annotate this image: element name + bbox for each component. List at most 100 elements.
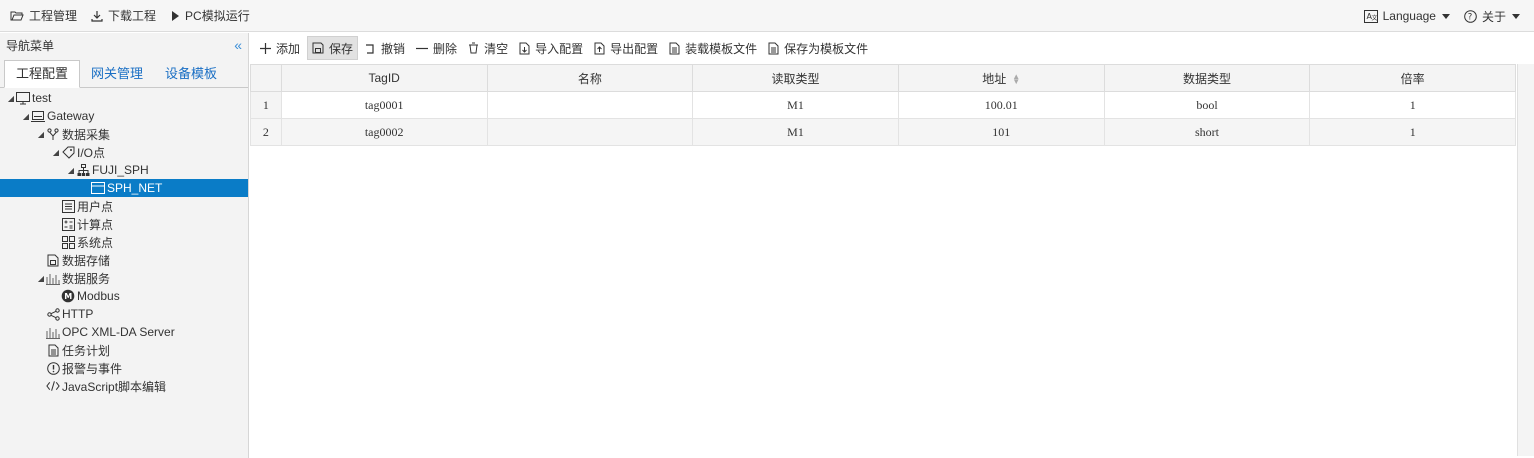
column-header-address[interactable]: 地址 ▲ ▼: [897, 64, 1105, 92]
delete-label: 删除: [433, 41, 458, 56]
undo-button[interactable]: 撤销: [361, 37, 409, 59]
tree-node[interactable]: M Modbus: [0, 287, 248, 305]
svg-text:文: 文: [1371, 14, 1377, 22]
sort-icon[interactable]: ▲ ▼: [1012, 73, 1020, 86]
storage-icon: [46, 253, 60, 267]
grid-icon: [61, 235, 75, 249]
share-icon: [46, 307, 60, 321]
tree-node-label: OPC XML-DA Server: [62, 325, 175, 339]
tab-device-template[interactable]: 设备模板: [154, 61, 228, 87]
nav-header: 导航菜单 «: [0, 33, 248, 57]
language-dropdown[interactable]: A文 Language: [1363, 9, 1450, 23]
column-header-read-type[interactable]: 读取类型: [692, 64, 899, 92]
network-icon: [76, 163, 90, 177]
help-icon: ?: [1464, 9, 1477, 23]
table-row[interactable]: 1 tag0001 M1 100.01 bool 1: [250, 91, 1516, 119]
clear-button[interactable]: 清空: [464, 37, 512, 59]
export-file-icon: [594, 42, 605, 54]
chart-icon: [46, 325, 60, 339]
vertical-scrollbar[interactable]: [1517, 64, 1534, 456]
expand-arrow-icon[interactable]: ◢: [51, 148, 61, 157]
cell-tagid[interactable]: tag0001: [280, 91, 488, 119]
main-panel: 添加 保存 撤销 删除 清空 导入配置 导出配置 装载模板文件 保存为模板文件 …: [250, 33, 1534, 458]
tag-icon: [61, 145, 75, 159]
monitor-icon: [16, 91, 30, 105]
tree-node[interactable]: ◢ FUJI_SPH: [0, 161, 248, 179]
tree-node[interactable]: HTTP: [0, 305, 248, 323]
column-header-name[interactable]: 名称: [486, 64, 694, 92]
add-button[interactable]: 添加: [256, 37, 304, 59]
tree-node-label: Gateway: [47, 109, 95, 123]
tab-project-config[interactable]: 工程配置: [4, 60, 81, 88]
cell-data-type[interactable]: bool: [1103, 91, 1311, 119]
export-config-label: 导出配置: [610, 41, 659, 56]
nav-title: 导航菜单: [6, 38, 55, 53]
tree-node[interactable]: OPC XML-DA Server: [0, 323, 248, 341]
column-header-rate[interactable]: 倍率: [1309, 64, 1516, 92]
tree-node[interactable]: ◢ test: [0, 89, 248, 107]
import-config-button[interactable]: 导入配置: [515, 37, 587, 59]
column-header-data-type[interactable]: 数据类型: [1103, 64, 1311, 92]
cell-read-type[interactable]: M1: [692, 91, 899, 119]
tree-node-label: 计算点: [77, 217, 114, 232]
simulate-menu[interactable]: PC模拟运行: [170, 7, 250, 24]
expand-arrow-icon[interactable]: ◢: [36, 130, 46, 139]
tree-node[interactable]: 计算点: [0, 215, 248, 233]
tag-table: TagID 名称 读取类型 地址 ▲ ▼ 数据类型 倍率 1 tag0001 M1 …: [250, 64, 1516, 146]
undo-icon: [366, 43, 374, 54]
load-template-label: 装载模板文件: [685, 41, 758, 56]
save-template-label: 保存为模板文件: [784, 41, 869, 56]
tree-node[interactable]: ◢ Gateway: [0, 107, 248, 125]
navigation-panel: 导航菜单 « 工程配置 网关管理 设备模板 ◢ test ◢ Gateway ◢ 数据采集…: [0, 33, 249, 458]
download-menu[interactable]: 下载工程: [91, 7, 156, 24]
calc-icon: [61, 217, 75, 231]
cell-address[interactable]: 100.01: [897, 91, 1105, 119]
tree-node-label: Modbus: [77, 289, 120, 303]
cell-read-type[interactable]: M1: [692, 118, 899, 146]
project-tree: ◢ test ◢ Gateway ◢ 数据采集 ◢ I/O点 ◢ FUJI_SPH SPH_NET 用…: [0, 88, 248, 395]
project-menu[interactable]: 工程管理: [10, 7, 77, 24]
save-button[interactable]: 保存: [307, 36, 359, 60]
tree-node[interactable]: 数据存储: [0, 251, 248, 269]
tree-node[interactable]: 系统点: [0, 233, 248, 251]
tree-node-label: SPH_NET: [107, 181, 163, 195]
tree-node[interactable]: JavaScript脚本编辑: [0, 377, 248, 395]
undo-label: 撤销: [381, 41, 406, 56]
table-row[interactable]: 2 tag0002 M1 101 short 1: [250, 118, 1516, 146]
svg-text:?: ?: [1468, 12, 1473, 22]
cell-name[interactable]: [486, 118, 694, 146]
tree-node[interactable]: 任务计划: [0, 341, 248, 359]
tab-gateway-management[interactable]: 网关管理: [80, 61, 154, 87]
row-number-header: [250, 64, 282, 92]
about-dropdown[interactable]: ? 关于: [1464, 8, 1520, 25]
export-config-button[interactable]: 导出配置: [590, 37, 662, 59]
tree-node[interactable]: ◢ 数据采集: [0, 125, 248, 143]
language-icon: A文: [1363, 9, 1378, 23]
download-icon: [91, 10, 103, 22]
trash-icon: [469, 42, 479, 54]
save-label: 保存: [329, 41, 354, 56]
delete-button[interactable]: 删除: [412, 37, 461, 59]
tree-node[interactable]: 报警与事件: [0, 359, 248, 377]
cell-rate[interactable]: 1: [1309, 91, 1516, 119]
expand-arrow-icon[interactable]: ◢: [36, 274, 46, 283]
expand-arrow-icon[interactable]: ◢: [21, 112, 31, 121]
cell-tagid[interactable]: tag0002: [280, 118, 488, 146]
tree-node[interactable]: SPH_NET: [0, 179, 248, 197]
tree-node[interactable]: ◢ 数据服务: [0, 269, 248, 287]
cell-data-type[interactable]: short: [1103, 118, 1311, 146]
cell-rate[interactable]: 1: [1309, 118, 1516, 146]
column-header-tagid[interactable]: TagID: [280, 64, 488, 92]
template-file-icon: [768, 42, 779, 54]
load-template-button[interactable]: 装载模板文件: [665, 37, 761, 59]
collapse-icon[interactable]: «: [234, 37, 242, 53]
save-template-button[interactable]: 保存为模板文件: [764, 37, 872, 59]
tree-node[interactable]: 用户点: [0, 197, 248, 215]
tree-node[interactable]: ◢ I/O点: [0, 143, 248, 161]
card-icon: [91, 181, 105, 195]
expand-arrow-icon[interactable]: ◢: [66, 166, 76, 175]
cell-address[interactable]: 101: [897, 118, 1105, 146]
expand-arrow-icon[interactable]: ◢: [6, 94, 16, 103]
cell-name[interactable]: [486, 91, 694, 119]
tree-node-label: 数据存储: [62, 253, 111, 268]
